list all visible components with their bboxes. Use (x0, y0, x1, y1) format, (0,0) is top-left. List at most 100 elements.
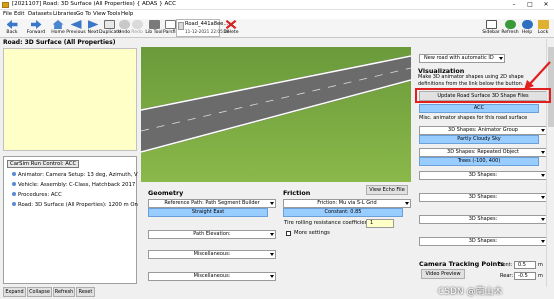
duplicate-label: Duplicate (99, 30, 121, 35)
friction-value[interactable]: Constant: 0.85 (283, 208, 403, 217)
back-button[interactable]: Back (2, 20, 22, 35)
forward-button[interactable]: Forward (24, 20, 48, 35)
lock-label: Lock (537, 30, 549, 35)
menu-view[interactable]: View (93, 11, 106, 17)
friction-dropdown[interactable]: Friction: Mu via S-L Grid (283, 199, 411, 208)
rolling-resistance-label: Tire rolling resistance coefficient: (284, 220, 372, 226)
undo-icon (118, 20, 130, 29)
friction-label: Friction: Mu via S-L Grid (317, 200, 377, 206)
help-icon (521, 20, 533, 29)
menu-datasets[interactable]: Datasets (28, 11, 52, 17)
rolling-resistance-input[interactable]: 1 (366, 219, 394, 228)
menu-edit[interactable]: Edit (14, 11, 24, 17)
redo-button[interactable]: Redo (131, 20, 143, 35)
misc-label-1: Miscellaneous: (193, 251, 231, 257)
road-preview-image (141, 47, 411, 182)
next-button[interactable]: Next (86, 20, 100, 35)
reference-path-dropdown[interactable]: Reference Path: Path Segment Builder (148, 199, 276, 208)
shape4-label: 3D Shapes: (468, 194, 498, 200)
tree-item-animator[interactable]: Animator: Camera Setup: 13 deg, Azimuth,… (12, 172, 138, 178)
shape1-value[interactable]: Partly Cloudy Sky (419, 135, 539, 144)
tree-root-run-control[interactable]: CarSim Run Control: ACC (7, 160, 80, 168)
camera-tracking-heading: Camera Tracking Points (419, 260, 505, 268)
lib-tool-icon (148, 20, 160, 29)
new-road-dropdown[interactable]: New road with automatic ID (419, 54, 505, 63)
chevron-down-icon (541, 240, 545, 243)
duplicate-icon (103, 20, 115, 29)
chevron-down-icon (270, 202, 274, 205)
home-icon (52, 20, 64, 29)
collapse-button[interactable]: Collapse (27, 287, 52, 297)
tree-item-road[interactable]: Road: 3D Surface (All Properties): 1200 … (12, 202, 138, 208)
lock-button[interactable]: Lock (536, 20, 550, 35)
back-label: Back (6, 30, 18, 35)
shape1-dropdown[interactable]: 3D Shapes: Animator Group (419, 126, 547, 135)
reference-path-value[interactable]: Straight East (148, 208, 268, 217)
chevron-down-icon (270, 253, 274, 256)
menu-libraries[interactable]: Libraries (53, 11, 76, 17)
parsfile-button[interactable]: Parsfile (163, 20, 180, 35)
shape6-dropdown[interactable]: 3D Shapes: (419, 237, 547, 246)
maximize-button[interactable]: □ (522, 0, 538, 10)
help-button[interactable]: Help (520, 20, 534, 35)
misc-dropdown-2[interactable]: Miscellaneous: (148, 272, 276, 281)
video-preview-button[interactable]: Video Preview (421, 269, 465, 279)
home-button[interactable]: Home (50, 20, 66, 35)
undo-label: Undo (118, 30, 131, 35)
acc-link[interactable]: ACC (419, 104, 539, 113)
more-settings-checkbox[interactable] (286, 231, 291, 236)
parsfile-label: Parsfile (163, 30, 180, 35)
shape3-label: 3D Shapes: (468, 172, 498, 178)
redo-label: Redo (131, 30, 143, 35)
front-input[interactable]: 0.5 (514, 261, 536, 269)
menu-tools[interactable]: Tools (107, 11, 120, 17)
dataset-document-icon (178, 22, 184, 30)
expand-button[interactable]: Expand (3, 287, 26, 297)
chevron-down-icon (499, 57, 503, 60)
rear-input[interactable]: -0.5 (514, 272, 536, 280)
tree-item-procedures[interactable]: Procedures: ACC (12, 192, 62, 198)
chevron-down-icon (541, 196, 545, 199)
close-button[interactable]: ✕ (538, 0, 554, 10)
tree-item-label: Animator: Camera Setup: 13 deg, Azimuth,… (18, 172, 138, 178)
tree-item-vehicle[interactable]: Vehicle: Assembly: C-Class, Hatchback 20… (12, 182, 135, 188)
shape3-dropdown[interactable]: 3D Shapes: (419, 171, 547, 180)
redo-icon (131, 20, 143, 29)
home-label: Home (51, 30, 65, 35)
path-elevation-dropdown[interactable]: Path Elevation: (148, 230, 276, 239)
reference-path-label: Reference Path: Path Segment Builder (164, 200, 260, 206)
shape4-dropdown[interactable]: 3D Shapes: (419, 193, 547, 202)
tree-node-icon (12, 172, 16, 176)
new-road-label: New road with automatic ID (424, 55, 494, 61)
reset-button[interactable]: Reset (76, 287, 95, 297)
misc-shapes-description: Misc. animator shapes for this road surf… (419, 115, 528, 121)
shape1-label: 3D Shapes: Animator Group (448, 127, 518, 133)
menu-file[interactable]: File (3, 11, 12, 17)
tree-refresh-button[interactable]: Refresh (53, 287, 75, 297)
watermark: CSDN @南山木 (438, 287, 503, 297)
shape2-dropdown[interactable]: 3D Shapes: Repeated Object (419, 148, 547, 157)
menu-help[interactable]: Help (121, 11, 133, 17)
sidebar-button[interactable]: Sidebar (482, 20, 500, 35)
dataset-name: Road_441a8ee... (185, 21, 229, 27)
refresh-icon (504, 20, 516, 29)
duplicate-button[interactable]: Duplicate (99, 20, 121, 35)
view-echo-file-button[interactable]: View Echo File (366, 185, 408, 195)
tree-node-icon (12, 202, 16, 206)
shape5-label: 3D Shapes: (468, 216, 498, 222)
friction-heading: Friction (283, 189, 311, 197)
chevron-down-icon (541, 129, 545, 132)
dataset-selector[interactable]: Road_441a8ee... 11-12-2021 22:05:18 (176, 19, 229, 37)
menu-goto[interactable]: Go To (76, 11, 91, 17)
notes-textarea[interactable] (3, 48, 137, 151)
chevron-down-icon (270, 275, 274, 278)
refresh-label: Refresh (501, 30, 519, 35)
minimize-button[interactable]: – (506, 0, 522, 10)
undo-button[interactable]: Undo (118, 20, 130, 35)
refresh-button[interactable]: Refresh (501, 20, 519, 35)
shape5-dropdown[interactable]: 3D Shapes: (419, 215, 547, 224)
shape2-value[interactable]: Trees (-100, 400) (419, 157, 539, 166)
lib-tool-button[interactable]: Lib Tool (145, 20, 163, 35)
previous-button[interactable]: Previous (66, 20, 86, 35)
misc-dropdown-1[interactable]: Miscellaneous: (148, 250, 276, 259)
